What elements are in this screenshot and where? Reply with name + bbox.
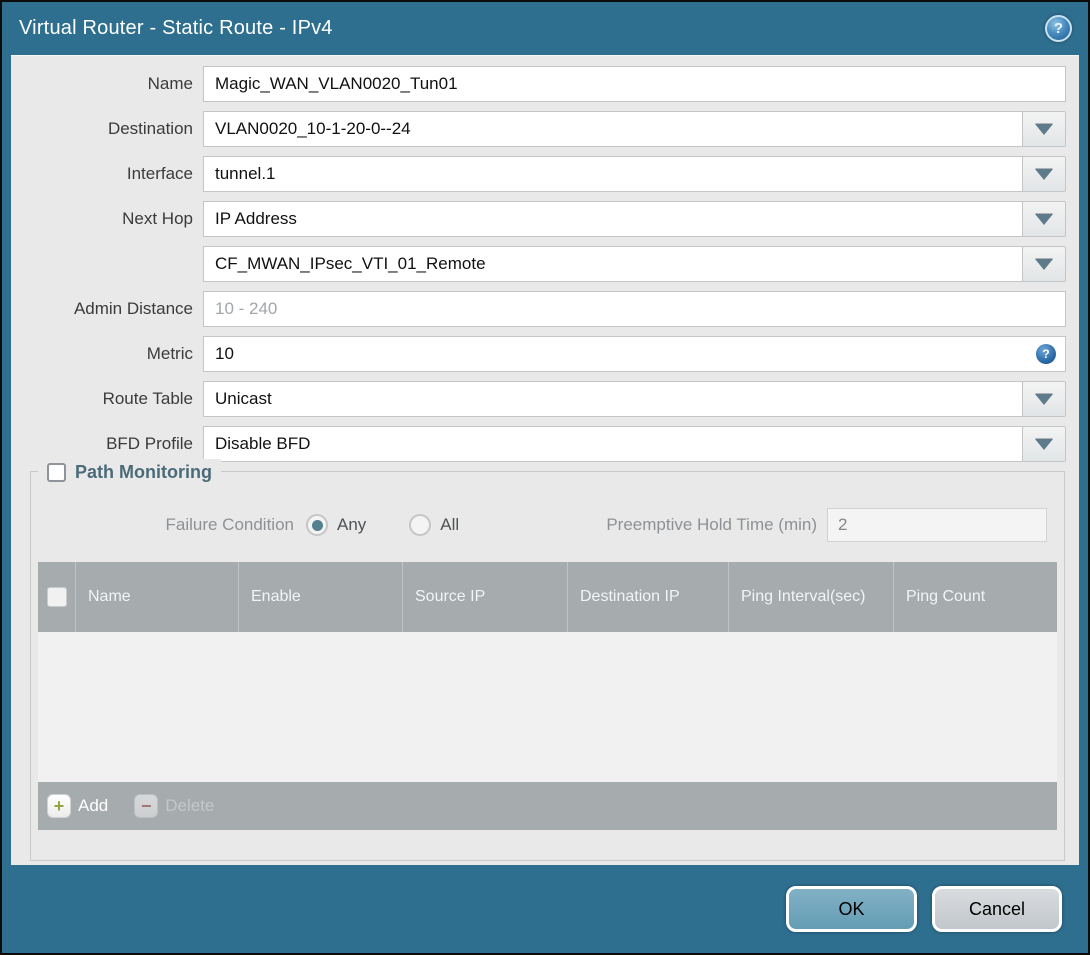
path-monitoring-section: Path Monitoring Failure Condition Any Al…: [30, 459, 1065, 861]
bfd-profile-label: BFD Profile: [106, 434, 193, 453]
path-monitoring-table: Name Enable Source IP Destination IP Pin…: [38, 562, 1057, 830]
failure-condition-row: Failure Condition Any All Preemptive Hol…: [31, 508, 1064, 542]
form-row-interface: Interface: [11, 156, 1079, 192]
interface-label: Interface: [126, 164, 193, 183]
path-monitoring-label: Path Monitoring: [75, 461, 212, 482]
form-row-bfd-profile: BFD Profile: [11, 426, 1079, 462]
plus-icon: +: [47, 794, 71, 818]
next-hop-label: Next Hop: [122, 209, 193, 228]
select-all-checkbox[interactable]: [46, 587, 67, 607]
ok-button[interactable]: OK: [786, 886, 917, 932]
failure-condition-any-label: Any: [337, 515, 367, 534]
bfd-profile-input[interactable]: [203, 426, 1023, 462]
preemptive-hold-time-input[interactable]: [827, 508, 1047, 542]
chevron-down-icon: [1035, 258, 1053, 270]
table-header-row: Name Enable Source IP Destination IP Pin…: [38, 562, 1057, 632]
chevron-down-icon: [1035, 438, 1053, 450]
column-header-name: Name: [76, 562, 239, 632]
cancel-button[interactable]: Cancel: [932, 886, 1062, 932]
route-table-input[interactable]: [203, 381, 1023, 417]
help-glyph: ?: [1042, 347, 1050, 361]
table-toolbar: + Add − Delete: [38, 782, 1057, 830]
form-row-next-hop-address: [11, 246, 1079, 282]
metric-label: Metric: [146, 344, 193, 363]
delete-button-label: Delete: [165, 796, 215, 815]
add-button[interactable]: + Add: [47, 794, 108, 818]
dialog-title: Virtual Router - Static Route - IPv4: [19, 17, 333, 39]
metric-help-icon[interactable]: ?: [1036, 344, 1056, 364]
next-hop-address-dropdown-button[interactable]: [1022, 246, 1066, 282]
chevron-down-icon: [1035, 168, 1053, 180]
column-header-ping-interval: Ping Interval(sec): [729, 562, 894, 632]
path-monitoring-legend: Path Monitoring: [38, 459, 221, 485]
help-glyph: ?: [1053, 20, 1064, 37]
form-row-destination: Destination: [11, 111, 1079, 147]
route-table-dropdown-button[interactable]: [1022, 381, 1066, 417]
column-header-destination-ip: Destination IP: [568, 562, 729, 632]
interface-input[interactable]: [203, 156, 1023, 192]
dialog-footer: OK Cancel: [2, 865, 1088, 953]
interface-dropdown-button[interactable]: [1022, 156, 1066, 192]
bfd-profile-dropdown-button[interactable]: [1022, 426, 1066, 462]
chevron-down-icon: [1035, 393, 1053, 405]
destination-label: Destination: [107, 119, 193, 138]
destination-dropdown-button[interactable]: [1022, 111, 1066, 147]
table-header-select: [38, 562, 76, 632]
admin-distance-input[interactable]: [203, 291, 1066, 327]
next-hop-address-label: [11, 246, 203, 282]
form-row-route-table: Route Table: [11, 381, 1079, 417]
dialog-titlebar: Virtual Router - Static Route - IPv4 ?: [2, 2, 1088, 55]
dialog-content: Name Destination Interface Next Hop: [11, 55, 1079, 865]
table-body-empty: [38, 632, 1057, 782]
column-header-source-ip: Source IP: [403, 562, 568, 632]
name-input[interactable]: [203, 66, 1066, 102]
delete-button[interactable]: − Delete: [134, 794, 214, 818]
metric-input[interactable]: [203, 336, 1066, 372]
path-monitoring-checkbox[interactable]: [47, 462, 66, 482]
help-icon[interactable]: ?: [1045, 15, 1072, 42]
static-route-dialog: Virtual Router - Static Route - IPv4 ? N…: [0, 0, 1090, 955]
failure-condition-label: Failure Condition: [165, 515, 294, 534]
route-table-label: Route Table: [102, 389, 193, 408]
chevron-down-icon: [1035, 213, 1053, 225]
add-button-label: Add: [78, 796, 109, 815]
chevron-down-icon: [1035, 123, 1053, 135]
preemptive-hold-time-label: Preemptive Hold Time (min): [606, 515, 817, 534]
form-row-metric: Metric ?: [11, 336, 1079, 372]
form-row-name: Name: [11, 66, 1079, 102]
next-hop-type-dropdown-button[interactable]: [1022, 201, 1066, 237]
form-row-next-hop: Next Hop: [11, 201, 1079, 237]
minus-icon: −: [134, 794, 159, 818]
failure-condition-all-label: All: [440, 515, 460, 534]
destination-input[interactable]: [203, 111, 1023, 147]
column-header-enable: Enable: [239, 562, 403, 632]
form-row-admin-distance: Admin Distance: [11, 291, 1079, 327]
failure-condition-all-radio[interactable]: [409, 514, 432, 536]
name-label: Name: [147, 74, 193, 93]
next-hop-type-input[interactable]: [203, 201, 1023, 237]
column-header-ping-count: Ping Count: [906, 588, 986, 605]
admin-distance-label: Admin Distance: [73, 299, 193, 318]
next-hop-address-input[interactable]: [203, 246, 1023, 282]
failure-condition-any-radio[interactable]: [306, 514, 328, 536]
